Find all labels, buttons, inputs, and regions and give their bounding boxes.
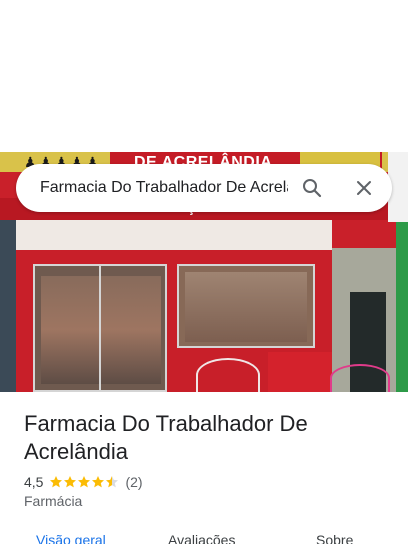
- bicycle: [196, 358, 260, 392]
- place-category[interactable]: Farmácia: [24, 493, 82, 509]
- map-blank-area: [0, 0, 408, 152]
- review-count[interactable]: (2): [125, 474, 142, 490]
- search-icon[interactable]: [300, 176, 324, 200]
- star-icon: [50, 476, 63, 488]
- storefront-door: [33, 264, 167, 392]
- bicycle: [330, 364, 390, 392]
- star-icon: [106, 476, 119, 488]
- tab-overview[interactable]: Visão geral: [36, 532, 106, 544]
- rating-value: 4,5: [24, 474, 44, 490]
- star-icon: [92, 476, 105, 488]
- rating-stars: [49, 475, 119, 489]
- close-icon[interactable]: [352, 176, 376, 200]
- place-tabs: Visão geral Avaliações Sobre: [0, 528, 408, 544]
- star-icon: [64, 476, 77, 488]
- search-bar: [16, 164, 392, 212]
- tab-reviews[interactable]: Avaliações: [168, 532, 235, 544]
- tab-about[interactable]: Sobre: [316, 532, 353, 544]
- search-input[interactable]: [40, 176, 288, 200]
- place-title: Farmacia Do Trabalhador De Acrelândia: [24, 411, 308, 464]
- star-icon: [78, 476, 91, 488]
- storefront-window: [177, 264, 315, 348]
- rating-row[interactable]: 4,5 (2): [24, 473, 143, 491]
